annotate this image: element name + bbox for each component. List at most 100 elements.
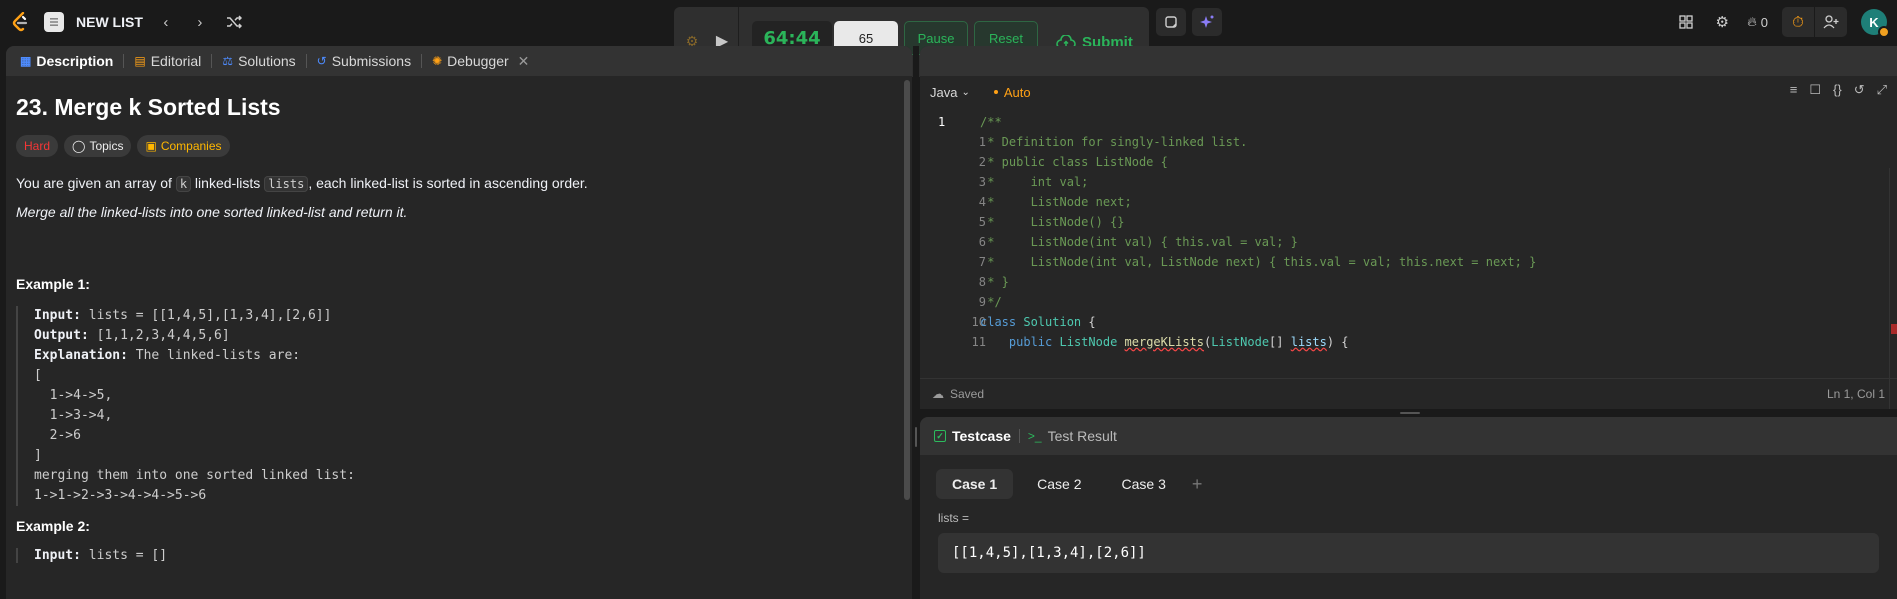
building-icon: ▣ — [145, 139, 157, 153]
book-icon: ▤ — [134, 54, 146, 68]
tab-debugger[interactable]: ✺ Debugger ✕ — [426, 46, 535, 76]
expand-icon[interactable]: ⤢ — [1877, 82, 1887, 98]
list-icon[interactable] — [44, 12, 64, 32]
top-bar-left: NEW LIST ‹ › — [10, 7, 245, 37]
divider — [305, 54, 307, 68]
topics-tag[interactable]: ◯ Topics — [64, 135, 132, 157]
tab-description[interactable]: ▦ Description — [14, 46, 119, 76]
session-buttons: ⏱ — [1782, 7, 1847, 37]
scrollbar[interactable] — [904, 80, 910, 500]
problem-tags: Hard ◯ Topics ▣ Companies — [16, 135, 902, 157]
problem-title[interactable]: 23. Merge k Sorted Lists — [16, 94, 902, 121]
grid-icon[interactable] — [1675, 11, 1697, 33]
tab-testcase[interactable]: ✓ Testcase — [934, 428, 1011, 444]
language-select[interactable]: Java ⌄ — [930, 85, 970, 100]
format-icon[interactable]: ≡ — [1790, 82, 1798, 98]
braces-icon[interactable]: {} — [1833, 82, 1842, 98]
close-icon[interactable]: ✕ — [518, 53, 530, 70]
avatar-initial: K — [1869, 14, 1879, 30]
output-value: [1,1,2,3,4,4,5,6] — [88, 328, 230, 343]
input-label: Input: — [34, 308, 81, 323]
example-heading: Example 1: — [16, 276, 90, 292]
auto-label: Auto — [1003, 84, 1031, 100]
problem-tabs: ▦ Description ▤ Editorial ⚖ Solutions ↺ … — [6, 46, 912, 76]
flask-icon: ⚖ — [222, 54, 234, 68]
editor-status-bar: ☁ Saved Ln 1, Col 1 — [920, 378, 1897, 409]
input-label: Input: — [34, 548, 81, 563]
note-icon[interactable] — [1156, 8, 1186, 36]
explanation-value: The linked-lists are: — [127, 348, 301, 363]
case-tab[interactable]: Case 1 — [936, 469, 1014, 499]
difficulty-badge: Hard — [16, 135, 59, 157]
list-title[interactable]: NEW LIST — [76, 14, 143, 30]
chevron-left-icon[interactable]: ‹ — [155, 11, 177, 33]
input-value: lists = [[1,4,5],[1,3,4],[2,6]] — [80, 308, 332, 323]
streak-counter[interactable]: 🔥︎ 0 — [1747, 14, 1768, 30]
problem-description: You are given an array of k linked-lists… — [16, 173, 902, 194]
explanation-label: Explanation: — [34, 348, 128, 363]
checkbox-icon: ✓ — [934, 430, 946, 442]
example-heading: Example 2: — [16, 518, 90, 534]
auto-mode-toggle[interactable]: Auto — [993, 84, 1031, 100]
tag-icon: ◯ — [72, 139, 86, 153]
case-tabs: Case 1 Case 2 Case 3 + — [920, 455, 1897, 499]
testcase-tabs: ✓ Testcase >_ Test Result — [920, 417, 1897, 455]
problem-panel: ▦ Description ▤ Editorial ⚖ Solutions ↺ … — [6, 46, 912, 599]
tab-test-result-label: Test Result — [1047, 428, 1117, 444]
code-panel-header — [920, 46, 1897, 76]
code-content[interactable]: /** * Definition for singly-linked list.… — [980, 112, 1536, 352]
reset-icon[interactable]: ↺ — [1854, 82, 1865, 98]
desc-text: linked-lists — [191, 175, 265, 191]
problem-body: 23. Merge k Sorted Lists Hard ◯ Topics ▣… — [6, 76, 912, 577]
timer-icon[interactable]: ⏱ — [1782, 7, 1814, 37]
cursor-position: Ln 1, Col 1 — [1826, 387, 1885, 401]
tab-solutions-label: Solutions — [238, 53, 296, 69]
top-bar-right: ⚙ 🔥︎ 0 ⏱ K — [1675, 6, 1897, 38]
example-block: Input: lists = [[1,4,5],[1,3,4],[2,6]] O… — [16, 306, 902, 506]
bug-icon: ✺ — [432, 54, 443, 68]
history-icon: ↺ — [316, 54, 327, 68]
editor-toolbar: Java ⌄ Auto ≡ ☐ {} ↺ ⤢ — [920, 76, 1897, 108]
tab-solutions[interactable]: ⚖ Solutions — [216, 46, 301, 76]
input-value: lists = [] — [80, 548, 168, 563]
streak-count: 0 — [1760, 14, 1768, 30]
tab-description-label: Description — [36, 53, 114, 69]
tab-editorial-label: Editorial — [150, 53, 202, 69]
code-panel: Java ⌄ Auto ≡ ☐ {} ↺ ⤢ 1 1 2 3 4 5 6 7 8… — [920, 46, 1897, 409]
error-marker — [1891, 324, 1897, 334]
testcase-input[interactable]: [[1,4,5],[1,3,4],[2,6]] — [938, 533, 1879, 573]
companies-tag[interactable]: ▣ Companies — [137, 135, 230, 157]
code-editor[interactable]: 1 1 2 3 4 5 6 7 8 9 10 11 /** * Definiti… — [920, 108, 1897, 409]
document-icon: ▦ — [20, 54, 32, 68]
premium-badge — [1878, 26, 1890, 38]
leetcode-logo-icon[interactable] — [10, 11, 32, 33]
tab-testcase-label: Testcase — [952, 428, 1011, 444]
bookmark-icon[interactable]: ☐ — [1809, 82, 1821, 98]
tab-test-result[interactable]: >_ Test Result — [1028, 428, 1117, 444]
testcase-panel: ✓ Testcase >_ Test Result Case 1 Case 2 … — [920, 417, 1897, 599]
sparkle-icon[interactable] — [1192, 8, 1222, 36]
divider — [123, 54, 125, 68]
tab-submissions[interactable]: ↺ Submissions — [311, 46, 417, 76]
case-tab[interactable]: Case 3 — [1106, 469, 1182, 499]
add-case-icon[interactable]: + — [1192, 474, 1203, 495]
gear-icon[interactable]: ⚙ — [1711, 11, 1733, 33]
tab-debugger-label: Debugger — [447, 53, 509, 69]
language-label: Java — [930, 84, 958, 100]
chevron-right-icon[interactable]: › — [189, 11, 211, 33]
example-block: Input: lists = [] — [16, 548, 902, 563]
case-tab[interactable]: Case 2 — [1021, 469, 1097, 499]
inline-code: lists — [264, 176, 309, 192]
editor-scrollbar[interactable] — [1889, 168, 1897, 409]
problem-task: Merge all the linked-lists into one sort… — [16, 204, 408, 220]
input-label: lists = — [938, 511, 970, 525]
vertical-resize-handle[interactable] — [913, 46, 919, 599]
tab-editorial[interactable]: ▤ Editorial — [128, 46, 207, 76]
editor-actions: ≡ ☐ {} ↺ ⤢ — [1790, 82, 1887, 98]
add-user-icon[interactable] — [1815, 7, 1847, 37]
divider — [1018, 429, 1020, 443]
avatar[interactable]: K — [1861, 9, 1890, 38]
shuffle-icon[interactable] — [223, 11, 245, 33]
grip — [1400, 412, 1420, 414]
flame-icon: 🔥︎ — [1747, 14, 1757, 29]
